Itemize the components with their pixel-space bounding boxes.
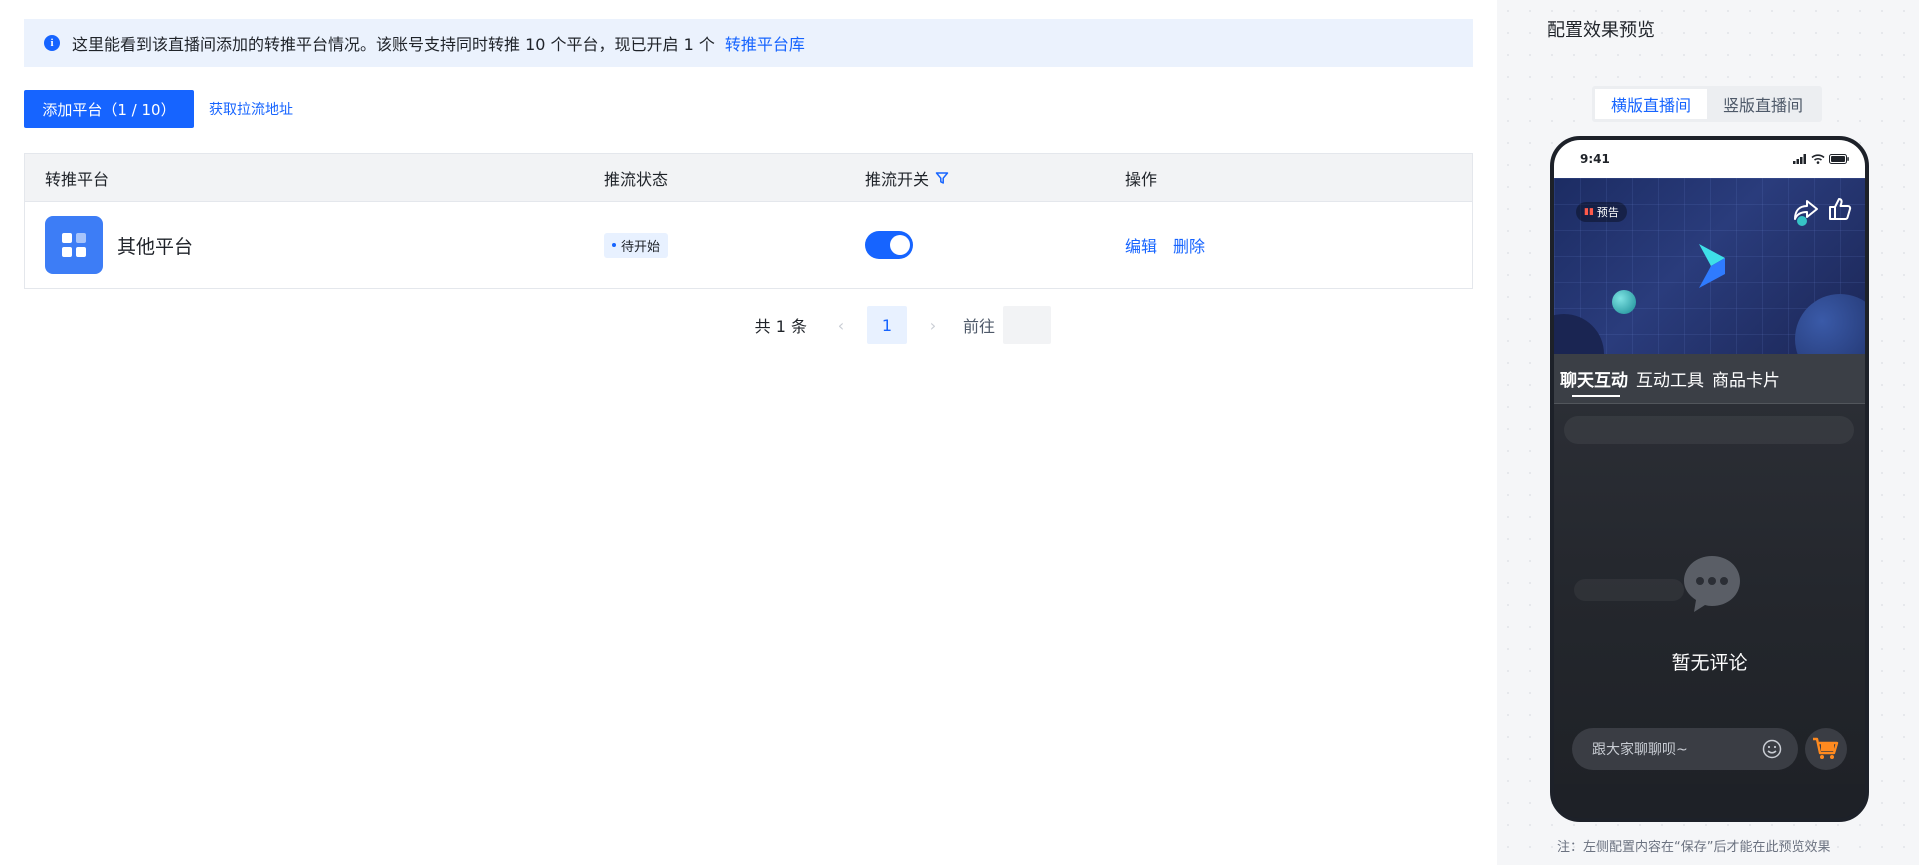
goto-label: 前往	[962, 317, 995, 336]
status-badge: 待开始	[604, 232, 669, 258]
next-page-icon[interactable]: ›	[921, 316, 945, 335]
page-number[interactable]: 1	[866, 306, 907, 344]
pagination-total: 共 1 条	[754, 317, 807, 336]
switch-cell	[865, 231, 1125, 259]
pagination: 共 1 条 ‹ 1 › 前往	[755, 306, 1051, 344]
prev-page-icon[interactable]: ‹	[829, 316, 853, 335]
edit-link[interactable]: 编辑	[1125, 233, 1157, 257]
apps-icon	[45, 216, 103, 274]
empty-chat-icon	[1684, 556, 1740, 612]
live-bars-icon: ▮▮	[1584, 207, 1594, 217]
chat-input[interactable]: 跟大家聊聊呗~	[1572, 728, 1798, 770]
filter-icon[interactable]	[935, 171, 949, 185]
delete-link[interactable]: 删除	[1173, 233, 1205, 257]
chat-area: 暂无评论 跟大家聊聊呗~	[1554, 404, 1865, 784]
header-platform: 转推平台	[45, 169, 110, 189]
goto-page-input[interactable]	[1003, 306, 1051, 344]
status-text: 待开始	[621, 239, 661, 255]
preview-badge: ▮▮ 预告	[1576, 202, 1627, 222]
active-tab-underline	[1572, 395, 1620, 397]
header-actions: 操作	[1125, 169, 1158, 189]
platform-cell: 其他平台	[25, 216, 604, 274]
preview-panel: 配置效果预览 横版直播间 竖版直播间 9:41 ▮▮ 预告 聊天互动 互动工具 …	[1497, 0, 1919, 865]
add-platform-button[interactable]: 添加平台（1 / 10）	[24, 90, 194, 128]
preview-title: 配置效果预览	[1547, 20, 1655, 41]
header-switch: 推流开关	[865, 166, 1125, 190]
info-notice: i 这里能看到该直播间添加的转推平台情况。该账号支持同时转推 10 个平台，现已…	[24, 19, 1473, 67]
status-cell: 待开始	[604, 232, 865, 258]
cart-icon	[1813, 737, 1839, 759]
preview-badge-text: 预告	[1596, 206, 1619, 219]
table-header: 转推平台 推流状态 推流开关 操作	[25, 154, 1472, 202]
preview-footnote: 注：左侧配置内容在“保存”后才能在此预览效果	[1557, 840, 1831, 855]
platform-table: 转推平台 推流状态 推流开关 操作 其他平台 待开始 编辑 删除	[24, 153, 1473, 289]
tab-portrait[interactable]: 竖版直播间	[1707, 89, 1819, 119]
get-pull-url-link[interactable]: 获取拉流地址	[209, 99, 293, 119]
phone-tabs: 聊天互动 互动工具 商品卡片	[1554, 354, 1865, 404]
tab-landscape[interactable]: 横版直播间	[1595, 89, 1708, 119]
platform-library-link[interactable]: 转推平台库	[725, 31, 805, 55]
cart-button[interactable]	[1805, 728, 1847, 770]
header-switch-label: 推流开关	[865, 169, 930, 189]
push-switch-toggle[interactable]	[865, 231, 913, 259]
main-panel: i 这里能看到该直播间添加的转推平台情况。该账号支持同时转推 10 个平台，现已…	[0, 0, 1497, 865]
actions-cell: 编辑 删除	[1125, 233, 1472, 257]
platform-name: 其他平台	[117, 235, 194, 258]
tab-tools[interactable]: 互动工具	[1636, 366, 1704, 391]
brand-logo-icon	[1699, 244, 1725, 288]
tab-chat[interactable]: 聊天互动	[1560, 366, 1628, 391]
toolbar: 添加平台（1 / 10） 获取拉流地址	[24, 90, 293, 128]
notice-text: 这里能看到该直播间添加的转推平台情况。该账号支持同时转推 10 个平台，现已开启…	[72, 35, 715, 54]
signal-icon	[1793, 154, 1806, 164]
video-area: ▮▮ 预告	[1554, 178, 1865, 354]
table-row: 其他平台 待开始 编辑 删除	[25, 202, 1472, 288]
emoji-icon[interactable]	[1762, 739, 1782, 759]
phone-statusbar: 9:41	[1554, 140, 1865, 178]
phone-time: 9:41	[1580, 152, 1610, 166]
status-icons	[1793, 154, 1849, 164]
wifi-icon	[1811, 154, 1825, 164]
status-dot-icon	[612, 243, 616, 247]
info-icon: i	[44, 35, 60, 51]
share-icon[interactable]	[1793, 198, 1819, 222]
tab-products[interactable]: 商品卡片	[1712, 366, 1780, 391]
battery-icon	[1829, 154, 1849, 164]
like-icon[interactable]	[1827, 196, 1853, 222]
header-status: 推流状态	[604, 169, 669, 189]
phone-mockup: 9:41 ▮▮ 预告 聊天互动 互动工具 商品卡片 暂无评论 跟大家聊聊呗~	[1550, 136, 1869, 822]
orientation-switch: 横版直播间 竖版直播间	[1592, 86, 1823, 122]
chat-input-placeholder: 跟大家聊聊呗~	[1592, 742, 1688, 758]
empty-comments-text: 暂无评论	[1671, 652, 1748, 674]
